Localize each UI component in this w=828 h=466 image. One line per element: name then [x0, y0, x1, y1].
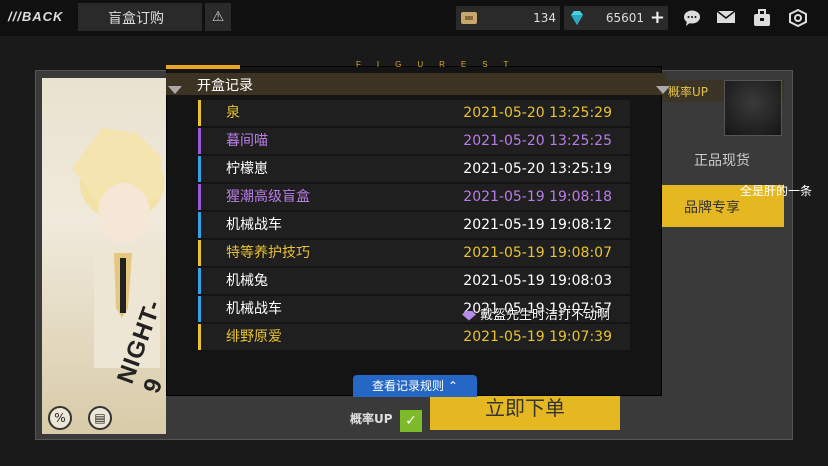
triangle-left-icon — [168, 86, 182, 94]
chat-icon[interactable] — [682, 9, 702, 27]
mail-icon[interactable] — [716, 9, 736, 27]
genuine-stock-label: 正品现货 — [694, 153, 750, 169]
record-row: 绯野原爱 2021-05-19 19:07:39 — [198, 324, 630, 350]
record-item-name: 绯野原爱 — [226, 329, 282, 345]
rule-button-label: 查看记录规则 — [372, 379, 445, 393]
diamond-count: 65601 — [605, 11, 644, 25]
record-time: 2021-05-19 19:07:39 — [463, 329, 612, 345]
gem-icon — [462, 310, 476, 321]
info-icon[interactable]: ▤ — [88, 406, 112, 430]
rarity-bar — [198, 212, 201, 238]
settings-icon[interactable] — [788, 8, 808, 28]
percent-icon[interactable]: % — [48, 406, 72, 430]
record-row: 猩潮高级盲盒 2021-05-19 19:08:18 — [198, 184, 630, 210]
rarity-bar — [198, 100, 201, 126]
rarity-bar — [198, 128, 201, 154]
modal-title: 开盒记录 — [197, 78, 253, 94]
record-row: 泉 2021-05-20 13:25:29 — [198, 100, 630, 126]
record-time: 2021-05-20 13:25:29 — [463, 105, 612, 121]
check-icon[interactable]: ✓ — [400, 410, 422, 432]
character-art: NIGHT-9 — [42, 78, 166, 434]
page-title: 盲盒订购 — [78, 3, 202, 31]
record-time: 2021-05-19 19:08:18 — [463, 189, 612, 205]
record-item-name: 泉 — [226, 105, 240, 121]
record-item-name: 特等养护技巧 — [226, 245, 310, 261]
record-time: 2021-05-19 19:08:07 — [463, 245, 612, 261]
character-avatar — [724, 80, 782, 136]
scrolling-message: 全是肝的一条 — [740, 184, 813, 198]
record-item-name: 猩潮高级盲盒 — [226, 189, 310, 205]
rarity-bar — [198, 324, 201, 350]
add-diamond-button[interactable]: + — [650, 6, 665, 30]
record-row: 暮间喵 2021-05-20 13:25:25 — [198, 128, 630, 154]
diamond-currency: 65601 + — [564, 6, 668, 30]
rarity-bar — [198, 184, 201, 210]
record-time: 2021-05-19 19:08:03 — [463, 273, 612, 289]
record-row: 机械战车 2021-05-19 19:08:12 — [198, 212, 630, 238]
record-time: 2021-05-19 19:08:12 — [463, 217, 612, 233]
rarity-bar — [198, 240, 201, 266]
triangle-right-icon — [656, 86, 670, 94]
record-item-name: 柠檬崽 — [226, 161, 268, 177]
chevron-up-icon: ⌃ — [447, 379, 458, 393]
rarity-bar — [198, 296, 201, 322]
ticket-currency: 134 — [456, 6, 560, 30]
view-record-rules-button[interactable]: 查看记录规则 ⌃ — [353, 375, 477, 397]
bag-icon[interactable] — [752, 9, 772, 27]
header-accent — [166, 65, 240, 69]
record-item-name: 机械战车 — [226, 217, 282, 233]
back-label: BACK — [21, 9, 64, 24]
toast-text: 戴盔先生时洁打不动啊 — [480, 308, 611, 323]
decorative-letters: FIGUREST — [356, 60, 525, 69]
diamond-icon — [571, 11, 583, 25]
back-arrow-icon: /// — [8, 9, 22, 24]
back-button[interactable]: ///BACK — [0, 3, 80, 31]
record-item-name: 机械战车 — [226, 301, 282, 317]
record-item-name: 机械兔 — [226, 273, 268, 289]
record-time: 2021-05-20 13:25:19 — [463, 161, 612, 177]
record-time: 2021-05-20 13:25:25 — [463, 133, 612, 149]
toast-message: 戴盔先生时洁打不动啊 — [462, 304, 610, 323]
record-row: 柠檬崽 2021-05-20 13:25:19 — [198, 156, 630, 182]
ticket-count: 134 — [533, 11, 556, 25]
top-bar: ///BACK 盲盒订购 ⚠ 134 65601 + — [0, 0, 828, 36]
rarity-bar — [198, 268, 201, 294]
record-row: 特等养护技巧 2021-05-19 19:08:07 — [198, 240, 630, 266]
ticket-icon — [461, 12, 477, 24]
rarity-bar — [198, 156, 201, 182]
record-row: 机械兔 2021-05-19 19:08:03 — [198, 268, 630, 294]
record-item-name: 暮间喵 — [226, 133, 268, 149]
warning-icon[interactable]: ⚠ — [205, 3, 231, 31]
